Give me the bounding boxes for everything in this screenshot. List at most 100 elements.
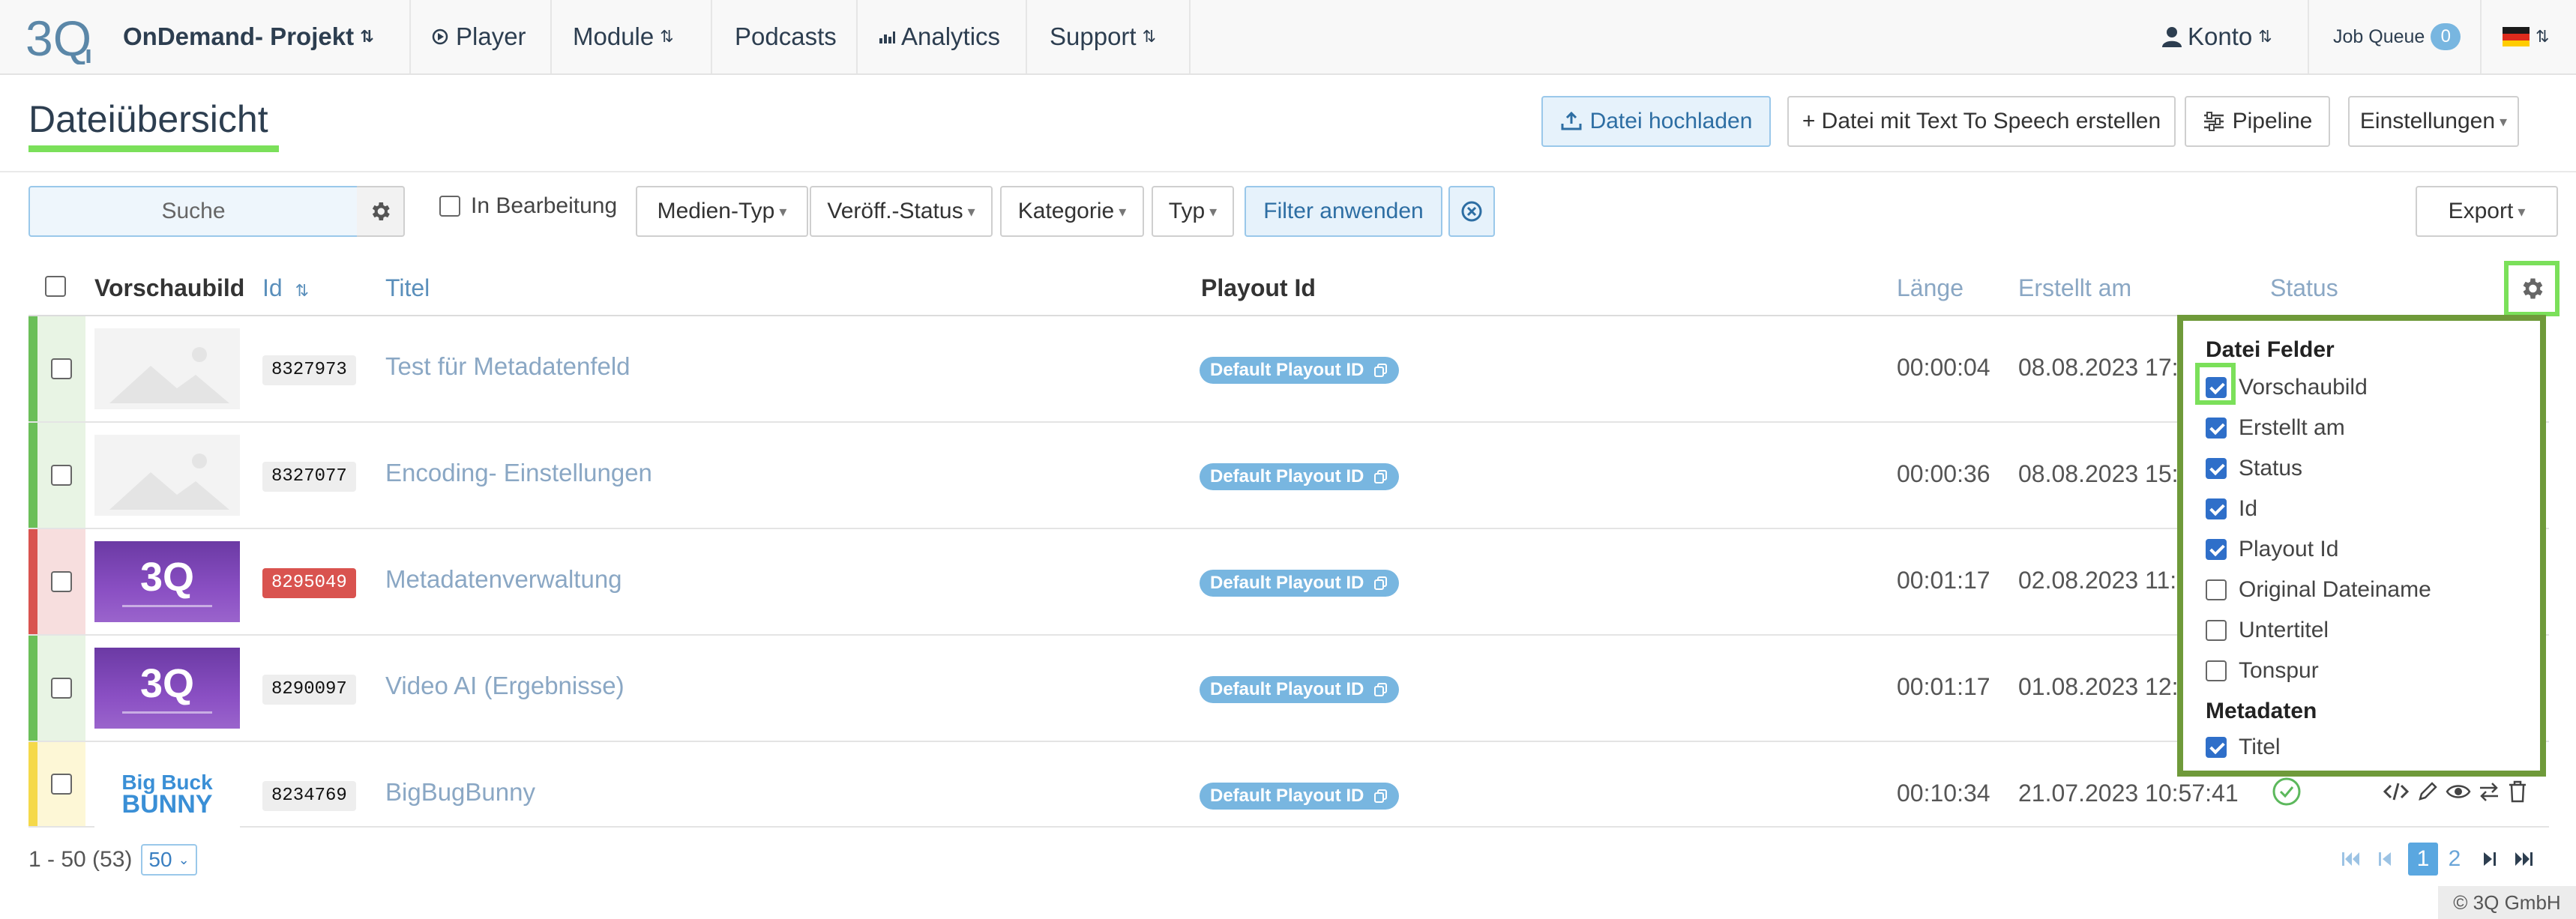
column-option-checkbox[interactable] <box>2206 620 2227 641</box>
gear-icon <box>2523 278 2543 299</box>
trash-icon[interactable] <box>2507 780 2528 804</box>
row-checkbox[interactable] <box>51 571 72 592</box>
playout-id-badge[interactable]: Default Playout ID <box>1200 676 1400 703</box>
apply-filter-button[interactable]: Filter anwenden <box>1245 186 1442 237</box>
in-edit-checkbox[interactable] <box>439 196 460 217</box>
playout-id-badge[interactable]: Default Playout ID <box>1200 463 1400 490</box>
eye-icon[interactable] <box>2446 780 2471 804</box>
tts-file-button[interactable]: + Datei mit Text To Speech erstellen <box>1787 96 2176 147</box>
code-icon[interactable] <box>2383 780 2410 804</box>
column-option-label: Erstellt am <box>2239 415 2345 440</box>
column-option-checkbox[interactable] <box>2206 418 2227 439</box>
column-header-id[interactable]: Id ⇅ <box>262 274 309 302</box>
search-input[interactable] <box>28 186 358 237</box>
settings-dropdown-button[interactable]: Einstellungen ▾ <box>2348 96 2519 147</box>
nav-language[interactable]: ⇅ <box>2503 0 2549 73</box>
nav-support[interactable]: Support ⇅ <box>1050 0 1156 73</box>
nav-job-queue[interactable]: Job Queue 0 <box>2333 0 2461 73</box>
column-option[interactable]: Untertitel <box>2206 618 2329 643</box>
logo-icon[interactable]: 3Q <box>25 10 103 64</box>
copy-icon <box>1374 470 1388 483</box>
nav-player-label: Player <box>456 22 526 50</box>
nav-account-label: Konto <box>2188 22 2253 50</box>
page-2-button[interactable]: 2 <box>2440 843 2470 876</box>
column-header-created[interactable]: Erstellt am <box>2018 274 2131 302</box>
file-title-link[interactable]: Video AI (Ergebnisse) <box>385 672 625 700</box>
column-option-checkbox[interactable] <box>2206 539 2227 560</box>
thumbnail-image[interactable]: 3Q <box>94 648 240 729</box>
upload-file-button[interactable]: Datei hochladen <box>1541 96 1771 147</box>
nav-player[interactable]: Player <box>432 0 526 73</box>
thumbnail-placeholder[interactable] <box>94 435 240 516</box>
type-filter[interactable]: Typ ▾ <box>1152 186 1234 237</box>
column-header-title[interactable]: Titel <box>385 274 430 302</box>
nav-module[interactable]: Module ⇅ <box>573 0 674 73</box>
file-title-link[interactable]: BigBugBunny <box>385 778 535 807</box>
playout-id-badge[interactable]: Default Playout ID <box>1200 570 1400 597</box>
upload-file-label: Datei hochladen <box>1589 109 1753 133</box>
pencil-icon[interactable] <box>2416 780 2440 804</box>
table-row[interactable]: 3Q 8295049 Metadatenverwaltung Default P… <box>28 529 2549 636</box>
table-row[interactable]: 8327973 Test für Metadatenfeld Default P… <box>28 316 2549 423</box>
thumbnail-placeholder[interactable] <box>94 328 240 409</box>
next-page-button[interactable] <box>2476 843 2503 876</box>
column-header-playout: Playout Id <box>1201 274 1316 301</box>
column-header-length[interactable]: Länge <box>1897 274 1963 302</box>
publish-status-filter[interactable]: Veröff.-Status ▾ <box>810 186 993 237</box>
column-header-status[interactable]: Status <box>2270 274 2338 302</box>
row-checkbox[interactable] <box>51 774 72 795</box>
column-settings-button[interactable] <box>2504 261 2560 316</box>
file-title-link[interactable]: Encoding- Einstellungen <box>385 459 652 487</box>
prev-page-button[interactable] <box>2372 843 2399 876</box>
row-status-stripe <box>28 636 37 741</box>
thumbnail-image[interactable]: Big Buck BUNNY <box>94 754 240 835</box>
nav-project-dropdown[interactable]: OnDemand- Projekt ⇅ <box>123 0 374 73</box>
file-title-link[interactable]: Metadatenverwaltung <box>385 565 622 594</box>
select-all-checkbox[interactable] <box>45 276 66 297</box>
media-type-filter[interactable]: Medien-Typ ▾ <box>636 186 808 237</box>
column-option-checkbox[interactable] <box>2206 579 2227 600</box>
sort-icon: ⇅ <box>2258 27 2272 46</box>
playout-id-badge[interactable]: Default Playout ID <box>1200 357 1400 384</box>
thumbnail-image[interactable]: 3Q <box>94 541 240 622</box>
table-row[interactable]: Big Buck BUNNY 8234769 BigBugBunny Defau… <box>28 742 2549 835</box>
column-option-checkbox[interactable] <box>2206 458 2227 479</box>
column-option[interactable]: Erstellt am <box>2206 415 2345 441</box>
column-option-label: Original Dateiname <box>2239 577 2431 602</box>
column-option-checkbox[interactable] <box>2206 498 2227 519</box>
last-page-button[interactable] <box>2510 843 2537 876</box>
nav-podcasts[interactable]: Podcasts <box>735 0 837 73</box>
column-option[interactable]: Playout Id <box>2206 537 2338 562</box>
row-checkbox[interactable] <box>51 678 72 699</box>
pipeline-button[interactable]: Pipeline <box>2185 96 2330 147</box>
sort-icon: ⇅ <box>1142 27 1156 46</box>
playout-id-badge[interactable]: Default Playout ID <box>1200 783 1400 810</box>
file-length: 00:10:34 <box>1897 780 1990 807</box>
nav-account[interactable]: Konto ⇅ <box>2162 0 2272 73</box>
row-checkbox[interactable] <box>51 465 72 486</box>
in-edit-filter[interactable]: In Bearbeitung <box>439 193 617 219</box>
file-title-link[interactable]: Test für Metadatenfeld <box>385 352 631 381</box>
file-id-badge: 8295049 <box>262 568 356 598</box>
search-settings-button[interactable] <box>357 186 405 237</box>
metadata-column-option[interactable]: Titel <box>2206 735 2281 760</box>
column-option[interactable]: Status <box>2206 456 2302 481</box>
table-row[interactable]: 8327077 Encoding- Einstellungen Default … <box>28 423 2549 529</box>
column-option[interactable]: Id <box>2206 496 2257 522</box>
per-page-select[interactable]: 50 ⌄ <box>141 844 197 876</box>
column-option-checkbox[interactable] <box>2206 737 2227 758</box>
column-option[interactable]: Original Dateiname <box>2206 577 2431 603</box>
first-page-button[interactable] <box>2338 843 2365 876</box>
row-checkbox-cell <box>37 316 85 421</box>
column-option-checkbox[interactable] <box>2206 660 2227 681</box>
category-filter[interactable]: Kategorie ▾ <box>1000 186 1144 237</box>
swap-icon[interactable] <box>2477 780 2501 804</box>
page-1-button[interactable]: 1 <box>2408 843 2438 876</box>
column-option[interactable]: Tonspur <box>2206 658 2319 684</box>
nav-analytics[interactable]: Analytics <box>879 0 1000 73</box>
export-dropdown-button[interactable]: Export ▾ <box>2416 186 2558 237</box>
row-checkbox[interactable] <box>51 358 72 379</box>
job-queue-count-badge: 0 <box>2431 23 2461 50</box>
table-row[interactable]: 3Q 8290097 Video AI (Ergebnisse) Default… <box>28 636 2549 742</box>
clear-filter-button[interactable] <box>1448 186 1495 237</box>
